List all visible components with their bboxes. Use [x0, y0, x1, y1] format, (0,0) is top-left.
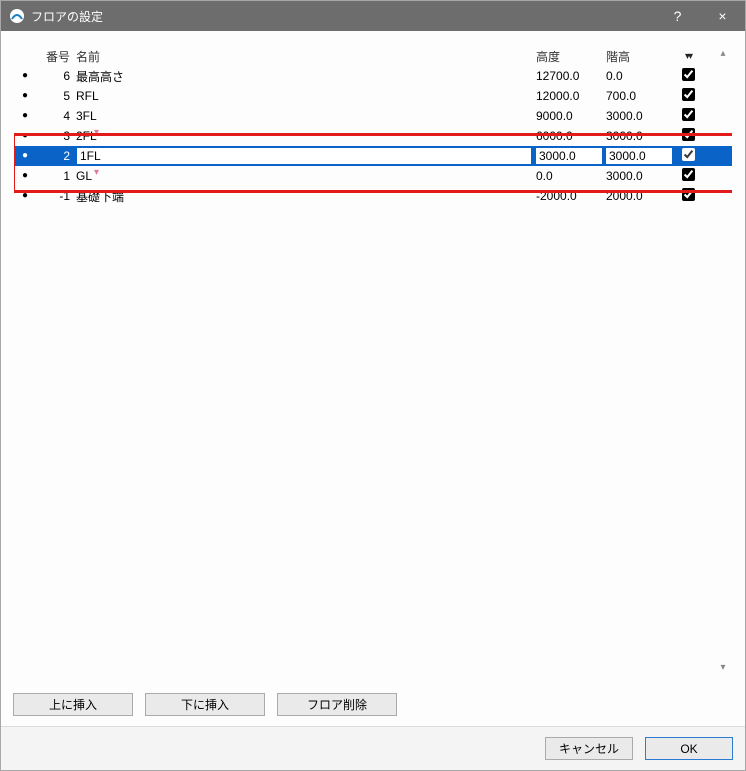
table-header: 番号 名前 高度 階高 ▾▾ — [14, 46, 732, 66]
delete-floor-button[interactable]: フロア削除 — [277, 693, 397, 716]
edit-button-row: 上に挿入 下に挿入 フロア削除 — [13, 691, 733, 718]
row-height[interactable]: 3000.0 — [604, 109, 674, 123]
row-number[interactable]: 6 — [36, 69, 74, 83]
row-bullet-icon: ● — [14, 71, 36, 81]
row-visible-checkbox[interactable] — [674, 68, 702, 84]
row-visible-checkbox[interactable] — [674, 108, 702, 124]
row-visible-checkbox[interactable] — [674, 148, 702, 164]
row-height[interactable]: 3000.0 — [604, 169, 674, 183]
row-elevation[interactable]: 12700.0 — [534, 69, 604, 83]
titlebar[interactable]: フロアの設定 ? × — [1, 1, 745, 31]
scroll-up-icon[interactable]: ▴ — [714, 46, 732, 60]
row-number[interactable]: 3 — [36, 129, 74, 143]
row-checkbox-input[interactable] — [682, 188, 695, 201]
table-row[interactable]: ●32FL▾6000.03000.0 — [14, 126, 732, 146]
table-row[interactable]: ●1GL▾0.03000.0 — [14, 166, 732, 186]
row-name[interactable]: RFL — [74, 89, 534, 103]
row-number[interactable]: 2 — [36, 149, 74, 163]
cancel-button[interactable]: キャンセル — [545, 737, 633, 760]
row-bullet-icon: ● — [14, 151, 36, 161]
col-number[interactable]: 番号 — [36, 48, 74, 65]
row-name-input[interactable] — [76, 147, 532, 165]
insert-above-button[interactable]: 上に挿入 — [13, 693, 133, 716]
row-visible-checkbox[interactable] — [674, 188, 702, 204]
row-number[interactable]: -1 — [36, 189, 74, 203]
insert-below-button[interactable]: 下に挿入 — [145, 693, 265, 716]
table-row[interactable]: ●43FL9000.03000.0 — [14, 106, 732, 126]
row-elevation[interactable]: 9000.0 — [534, 109, 604, 123]
row-visible-checkbox[interactable] — [674, 128, 702, 144]
table-row[interactable]: ●2 3000.03000.0 — [14, 146, 732, 166]
row-number[interactable]: 4 — [36, 109, 74, 123]
row-elevation[interactable]: 0.0 — [534, 169, 604, 183]
row-elevation[interactable]: 12000.0 — [534, 89, 604, 103]
row-checkbox-input[interactable] — [682, 128, 695, 141]
table-row[interactable]: ●5RFL12000.0700.0 — [14, 86, 732, 106]
row-name[interactable]: 基礎下端 — [74, 188, 534, 205]
ok-button[interactable]: OK — [645, 737, 733, 760]
row-checkbox-input[interactable] — [682, 68, 695, 81]
row-bullet-icon: ● — [14, 91, 36, 101]
row-elevation[interactable]: -2000.0 — [534, 189, 604, 203]
row-number[interactable]: 5 — [36, 89, 74, 103]
row-bullet-icon: ● — [14, 171, 36, 181]
row-elevation[interactable]: 6000.0 — [534, 129, 604, 143]
row-height[interactable]: 3000.0 — [604, 129, 674, 143]
row-bullet-icon: ● — [14, 111, 36, 121]
dialog-button-row: キャンセル OK — [1, 726, 745, 770]
help-button[interactable]: ? — [655, 1, 700, 31]
row-name[interactable]: GL▾ — [74, 169, 534, 183]
row-height[interactable]: 3000.0 — [605, 147, 673, 165]
floor-settings-dialog: フロアの設定 ? × 番号 名前 高度 階高 ▾▾ ●6最高高さ12700.00… — [0, 0, 746, 771]
row-bullet-icon: ● — [14, 131, 36, 141]
app-logo-icon — [9, 8, 25, 24]
floor-table: 番号 名前 高度 階高 ▾▾ ●6最高高さ12700.00.0●5RFL1200… — [13, 45, 733, 683]
row-height[interactable]: 0.0 — [604, 69, 674, 83]
col-sort-icon[interactable]: ▾▾ — [674, 51, 702, 62]
edit-caret-icon: ▾ — [94, 129, 99, 138]
row-elevation[interactable]: 3000.0 — [535, 147, 603, 165]
col-height[interactable]: 階高 — [604, 48, 674, 65]
row-bullet-icon: ● — [14, 191, 36, 201]
dialog-title: フロアの設定 — [31, 8, 103, 25]
col-name[interactable]: 名前 — [74, 48, 534, 65]
row-checkbox-input[interactable] — [682, 108, 695, 121]
table-row[interactable]: ●-1基礎下端-2000.02000.0 — [14, 186, 732, 206]
row-checkbox-input[interactable] — [682, 88, 695, 101]
floor-table-inner: 番号 名前 高度 階高 ▾▾ ●6最高高さ12700.00.0●5RFL1200… — [14, 46, 732, 206]
col-elevation[interactable]: 高度 — [534, 48, 604, 65]
row-height[interactable]: 700.0 — [604, 89, 674, 103]
scroll-down-icon[interactable]: ▾ — [714, 660, 732, 674]
row-checkbox-input[interactable] — [682, 168, 695, 181]
row-number[interactable]: 1 — [36, 169, 74, 183]
row-name[interactable]: 最高高さ — [74, 68, 534, 85]
row-height[interactable]: 2000.0 — [604, 189, 674, 203]
close-button[interactable]: × — [700, 1, 745, 31]
edit-caret-icon: ▾ — [94, 169, 99, 178]
row-visible-checkbox[interactable] — [674, 168, 702, 184]
row-name[interactable]: 3FL — [74, 109, 534, 123]
row-name[interactable]: 2FL▾ — [74, 129, 534, 143]
row-checkbox-input[interactable] — [682, 148, 695, 161]
table-row[interactable]: ●6最高高さ12700.00.0 — [14, 66, 732, 86]
row-visible-checkbox[interactable] — [674, 88, 702, 104]
row-name[interactable] — [74, 147, 534, 165]
dialog-content: 番号 名前 高度 階高 ▾▾ ●6最高高さ12700.00.0●5RFL1200… — [1, 31, 745, 770]
